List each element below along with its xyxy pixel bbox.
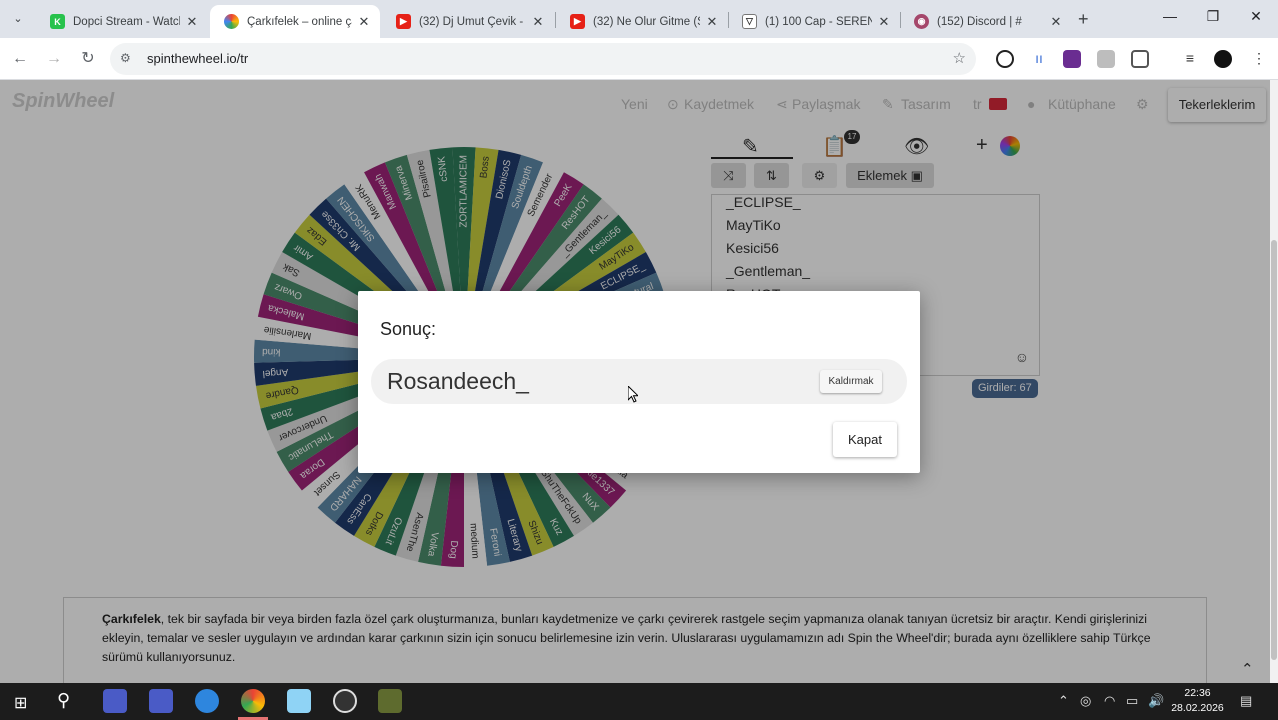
chrome-taskbar-icon[interactable] bbox=[241, 689, 265, 713]
url-text[interactable]: spinthewheel.io/tr bbox=[147, 51, 248, 66]
mouse-cursor-icon bbox=[628, 386, 638, 403]
dialog-title: Sonuç: bbox=[380, 319, 437, 339]
youtube-favicon-icon: ▶ bbox=[570, 14, 585, 29]
audio-extension-icon[interactable]: ıı bbox=[1030, 50, 1048, 68]
new-tab-plus-icon[interactable]: + bbox=[1078, 9, 1089, 29]
purple-extension-icon[interactable] bbox=[1063, 50, 1081, 68]
clock-time: 22:36 bbox=[1184, 687, 1211, 699]
browser-tab-active[interactable]: Çarkıfelek – online ça ✕ bbox=[210, 5, 380, 38]
close-tab-icon[interactable]: ✕ bbox=[184, 14, 200, 30]
genius-favicon-icon: ▽ bbox=[742, 14, 757, 29]
site-info-icon[interactable]: ⚙ bbox=[120, 51, 131, 65]
tab-search-chevron-icon[interactable]: ⌄ bbox=[8, 9, 28, 29]
winner-name: Rosandeech_ bbox=[387, 368, 529, 394]
restore-icon[interactable]: ❐ bbox=[1203, 8, 1223, 25]
taskbar-clock[interactable]: 22:36 28.02.2026 bbox=[1170, 686, 1225, 716]
result-dialog: Sonuç: Rosandeech_ Kaldırmak Kapat bbox=[358, 291, 920, 473]
tray-app-icon[interactable]: ▭ bbox=[1126, 693, 1138, 709]
browser-tab[interactable]: ◉ (152) Discord | # ✕ bbox=[900, 5, 1072, 38]
close-tab-icon[interactable]: ✕ bbox=[704, 14, 720, 30]
youtube-favicon-icon: ▶ bbox=[396, 14, 411, 29]
browser-tab-bar: ⌄ K Dopci Stream - Watch ✕ Çarkıfelek – … bbox=[0, 0, 1278, 38]
close-tab-icon[interactable]: ✕ bbox=[1048, 14, 1064, 30]
close-tab-icon[interactable]: ✕ bbox=[356, 14, 372, 30]
result-box: Rosandeech_ Kaldırmak bbox=[371, 359, 907, 404]
forward-arrow-icon[interactable]: → bbox=[43, 48, 65, 70]
grid-extension-icon[interactable] bbox=[1097, 50, 1115, 68]
close-tab-icon[interactable]: ✕ bbox=[530, 14, 546, 30]
kick-favicon-icon: K bbox=[50, 14, 65, 29]
browser-menu-icon[interactable]: ⋮ bbox=[1250, 50, 1268, 68]
reload-icon[interactable]: ↻ bbox=[77, 48, 99, 70]
wheel-favicon-icon bbox=[224, 14, 239, 29]
discord-favicon-icon: ◉ bbox=[914, 14, 929, 29]
browser-tab[interactable]: ▶ (32) Ne Olur Gitme (S ✕ bbox=[556, 5, 728, 38]
browser-tab[interactable]: K Dopci Stream - Watch ✕ bbox=[36, 5, 208, 38]
media-control-icon[interactable]: ≡ bbox=[1181, 50, 1199, 68]
minimize-icon[interactable]: ― bbox=[1160, 8, 1180, 24]
search-icon[interactable]: ⚲ bbox=[57, 690, 70, 711]
back-arrow-icon[interactable]: ← bbox=[9, 48, 31, 70]
close-tab-icon[interactable]: ✕ bbox=[876, 14, 892, 30]
taskbar-app-icon[interactable] bbox=[149, 689, 173, 713]
puzzle-extensions-icon[interactable] bbox=[1131, 50, 1149, 68]
scrollbar-thumb[interactable] bbox=[1271, 240, 1277, 660]
notifications-icon[interactable]: ▤ bbox=[1240, 693, 1252, 709]
bookmark-star-icon[interactable]: ☆ bbox=[953, 49, 966, 67]
taskbar-app-icon[interactable] bbox=[378, 689, 402, 713]
windows-start-icon[interactable]: ⊞ bbox=[14, 693, 27, 713]
address-bar[interactable]: ⚙ spinthewheel.io/tr ☆ bbox=[110, 43, 976, 75]
volume-icon[interactable]: 🔊 bbox=[1148, 693, 1164, 709]
wifi-icon[interactable]: ◠ bbox=[1104, 693, 1115, 709]
taskbar-app-icon[interactable] bbox=[333, 689, 357, 713]
windows-taskbar: ⊞ ⚲ ⌃ ◎ ◠ ▭ 🔊 22:36 28.02.2026 ▤ bbox=[0, 683, 1278, 720]
remove-winner-button[interactable]: Kaldırmak bbox=[820, 370, 882, 393]
page-scrollbar[interactable] bbox=[1270, 80, 1278, 683]
sync-extension-icon[interactable] bbox=[996, 50, 1014, 68]
browser-tab[interactable]: ▶ (32) Dj Umut Çevik - I ✕ bbox=[382, 5, 554, 38]
tray-app-icon[interactable]: ◎ bbox=[1080, 693, 1091, 709]
close-window-icon[interactable]: ✕ bbox=[1246, 8, 1266, 25]
taskbar-app-icon[interactable] bbox=[195, 689, 219, 713]
taskbar-app-icon[interactable] bbox=[103, 689, 127, 713]
tray-overflow-icon[interactable]: ⌃ bbox=[1058, 693, 1069, 709]
close-dialog-button[interactable]: Kapat bbox=[833, 422, 897, 457]
browser-tab[interactable]: ▽ (1) 100 Cap - SERENI ✕ bbox=[728, 5, 900, 38]
taskbar-app-icon[interactable] bbox=[287, 689, 311, 713]
profile-avatar[interactable] bbox=[1214, 50, 1232, 68]
clock-date: 28.02.2026 bbox=[1171, 702, 1224, 714]
browser-toolbar: ← → ↻ ⚙ spinthewheel.io/tr ☆ ıı ≡ ⋮ bbox=[0, 38, 1278, 80]
